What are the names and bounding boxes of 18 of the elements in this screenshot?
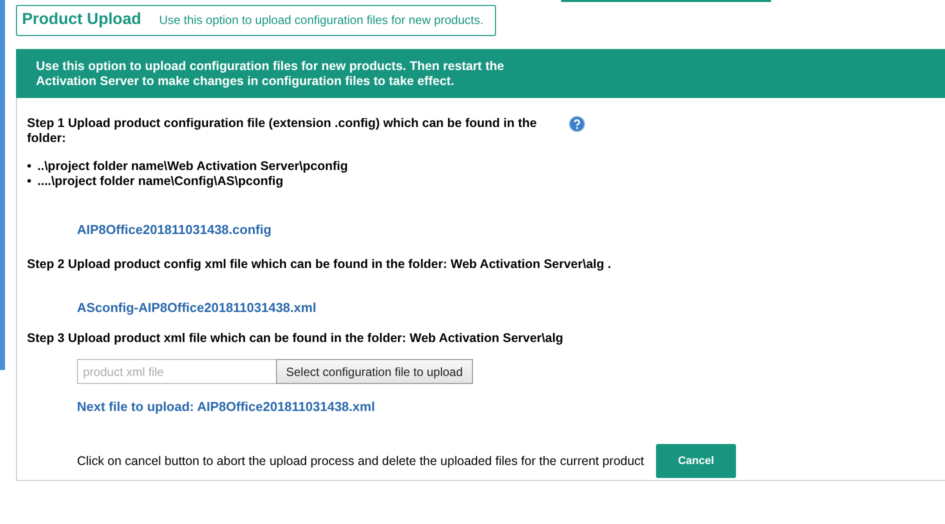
file-input-field[interactable]: product xml file: [77, 359, 276, 384]
step-text: Step 1 Upload product configuration file (extension .config) which can be found in the folder:: [27, 116, 538, 146]
cancel-instructions: Click on cancel button to abort the upload process and delete the uploaded files for the current product: [77, 454, 644, 468]
select-file-button[interactable]: Select configuration file to upload: [276, 359, 473, 384]
help-icon[interactable]: [569, 116, 585, 132]
banner-text: Use this option to upload configuration files for new products. Then restart the Activation Server to make changes in configuration files to take effect.: [36, 59, 506, 89]
file-link[interactable]: ASconfig-AIP8Office201811031438.xml: [77, 300, 316, 315]
page-title: Product Upload: [22, 11, 142, 29]
folder-path: ..\project folder name\Web Activation Server\pconfig: [37, 159, 348, 174]
bullet: •: [27, 159, 32, 174]
folder-path: ....\project folder name\Config\AS\pconfig: [37, 174, 284, 189]
page-subtitle: Use this option to upload configuration files for new products.: [159, 13, 484, 27]
bullet: •: [27, 174, 32, 189]
next-file-label: Next file to upload: AIP8Office201811031438.xml: [77, 399, 375, 414]
cancel-button[interactable]: Cancel: [656, 444, 736, 478]
step-text: Step 2 Upload product config xml file which can be found in the folder: Web Activation Server\alg .: [27, 257, 612, 271]
step-text: Step 3 Upload product xml file which can be found in the folder: Web Activation Server\alg: [27, 331, 564, 345]
file-link[interactable]: AIP8Office201811031438.config: [77, 222, 272, 237]
